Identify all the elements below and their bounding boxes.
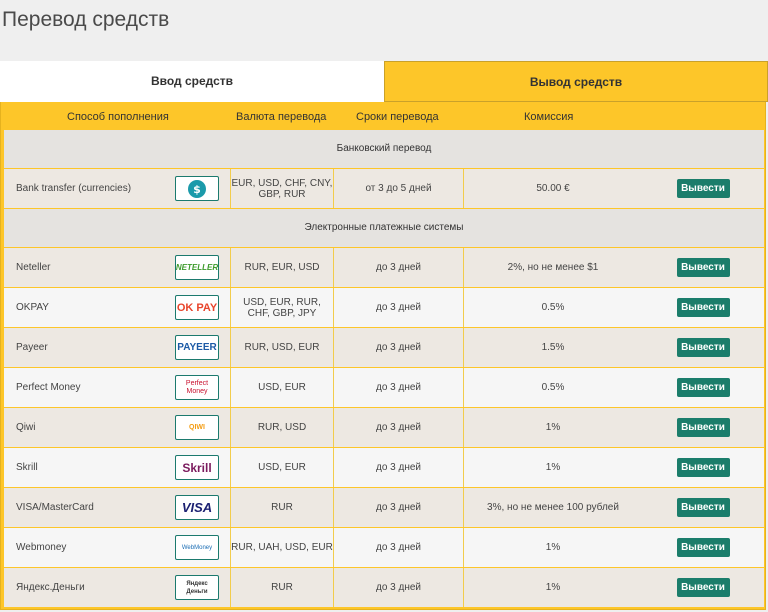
- table-row: Perfect Money Perfect Money USD, EUR до …: [4, 368, 764, 407]
- header-method: Способ пополнения: [67, 111, 169, 123]
- yandex-money-logo-icon: Яндекс Деньги: [175, 575, 219, 600]
- currency: RUR, UAH, USD, EUR: [230, 528, 334, 567]
- okpay-logo-icon: OK PAY: [175, 295, 219, 320]
- currency: USD, EUR: [230, 368, 334, 407]
- method-name: VISA/MasterCard: [16, 502, 94, 513]
- term: от 3 до 5 дней: [334, 169, 464, 208]
- table-header: Способ пополнения Валюта перевода Сроки …: [1, 102, 767, 130]
- term: до 3 дней: [334, 288, 464, 327]
- withdraw-button[interactable]: Вывести: [676, 418, 730, 437]
- currency: EUR, USD, CHF, CNY, GBP, RUR: [230, 169, 334, 208]
- method-name: Яндекс.Деньги: [16, 582, 85, 593]
- currency: RUR: [230, 488, 334, 527]
- fee: 1.5%: [541, 342, 565, 353]
- payeer-logo-icon: PAYEER: [175, 335, 219, 360]
- term: до 3 дней: [334, 328, 464, 367]
- withdrawal-methods-table: Способ пополнения Валюта перевода Сроки …: [0, 102, 766, 610]
- currency: RUR, USD: [230, 408, 334, 447]
- method-name: Perfect Money: [16, 382, 81, 393]
- term: до 3 дней: [334, 568, 464, 607]
- tabs: Ввод средств Вывод средств: [0, 61, 768, 102]
- section-ewallets: Электронные платежные системы: [4, 209, 764, 247]
- method-name: Bank transfer (currencies): [16, 183, 132, 194]
- fee: 1%: [545, 462, 561, 473]
- header-fee: Комиссия: [524, 111, 574, 123]
- header-currency: Валюта перевода: [236, 111, 327, 123]
- table-row: Neteller NETELLER RUR, EUR, USD до 3 дне…: [4, 248, 764, 287]
- svg-text:$: $: [193, 183, 201, 196]
- currency: USD, EUR: [230, 448, 334, 487]
- qiwi-logo-icon: QIWI: [175, 415, 219, 440]
- fee: 1%: [545, 542, 561, 553]
- method-name: Webmoney: [16, 542, 67, 553]
- table-row: Webmoney WebMoney RUR, UAH, USD, EUR до …: [4, 528, 764, 567]
- section-bank: Банковский перевод: [4, 130, 764, 168]
- withdraw-button[interactable]: Вывести: [676, 458, 730, 477]
- term: до 3 дней: [334, 488, 464, 527]
- table-row: OKPAY OK PAY USD, EUR, RUR, CHF, GBP, JP…: [4, 288, 764, 327]
- table-row: Яндекс.Деньги Яндекс Деньги RUR до 3 дне…: [4, 568, 764, 607]
- table-row: Bank transfer (currencies) $ EUR, USD, C…: [4, 169, 764, 208]
- method-name: Neteller: [16, 262, 51, 273]
- fee: 1%: [545, 582, 561, 593]
- webmoney-logo-icon: WebMoney: [175, 535, 219, 560]
- fee: 0.5%: [541, 302, 565, 313]
- page-title: Перевод средств: [2, 8, 170, 31]
- table-row: Skrill Skrill USD, EUR до 3 дней 1% Выве…: [4, 448, 764, 487]
- withdraw-button[interactable]: Вывести: [676, 338, 730, 357]
- method-name: Skrill: [16, 462, 38, 473]
- withdraw-button[interactable]: Вывести: [676, 298, 730, 317]
- header-term: Сроки перевода: [356, 111, 439, 123]
- fee: 50.00 €: [536, 183, 570, 194]
- fee: 1%: [545, 422, 561, 433]
- fee: 2%, но не менее $1: [507, 262, 599, 273]
- tab-withdraw[interactable]: Вывод средств: [384, 61, 768, 102]
- term: до 3 дней: [334, 448, 464, 487]
- perfect-money-logo-icon: Perfect Money: [175, 375, 219, 400]
- withdraw-button[interactable]: Вывести: [676, 258, 730, 277]
- visa-logo-icon: VISA: [175, 495, 219, 520]
- withdraw-button[interactable]: Вывести: [676, 578, 730, 597]
- term: до 3 дней: [334, 248, 464, 287]
- fee: 3%, но не менее 100 рублей: [487, 502, 619, 513]
- withdraw-button[interactable]: Вывести: [676, 378, 730, 397]
- fee: 0.5%: [541, 382, 565, 393]
- neteller-logo-icon: NETELLER: [175, 255, 219, 280]
- currency: RUR, EUR, USD: [230, 248, 334, 287]
- withdraw-button[interactable]: Вывести: [676, 179, 730, 198]
- tab-deposit[interactable]: Ввод средств: [0, 61, 384, 102]
- withdraw-button[interactable]: Вывести: [676, 538, 730, 557]
- method-name: OKPAY: [16, 302, 49, 313]
- term: до 3 дней: [334, 528, 464, 567]
- table-row: VISA/MasterCard VISA RUR до 3 дней 3%, н…: [4, 488, 764, 527]
- currency: RUR: [230, 568, 334, 607]
- table-row: Qiwi QIWI RUR, USD до 3 дней 1% Вывести: [4, 408, 764, 447]
- currency: RUR, USD, EUR: [230, 328, 334, 367]
- skrill-logo-icon: Skrill: [175, 455, 219, 480]
- method-name: Payeer: [16, 342, 48, 353]
- term: до 3 дней: [334, 368, 464, 407]
- term: до 3 дней: [334, 408, 464, 447]
- bank-logo-icon: $: [175, 176, 219, 201]
- currency: USD, EUR, RUR, CHF, GBP, JPY: [230, 288, 334, 327]
- withdraw-button[interactable]: Вывести: [676, 498, 730, 517]
- table-row: Payeer PAYEER RUR, USD, EUR до 3 дней 1.…: [4, 328, 764, 367]
- method-name: Qiwi: [16, 422, 36, 433]
